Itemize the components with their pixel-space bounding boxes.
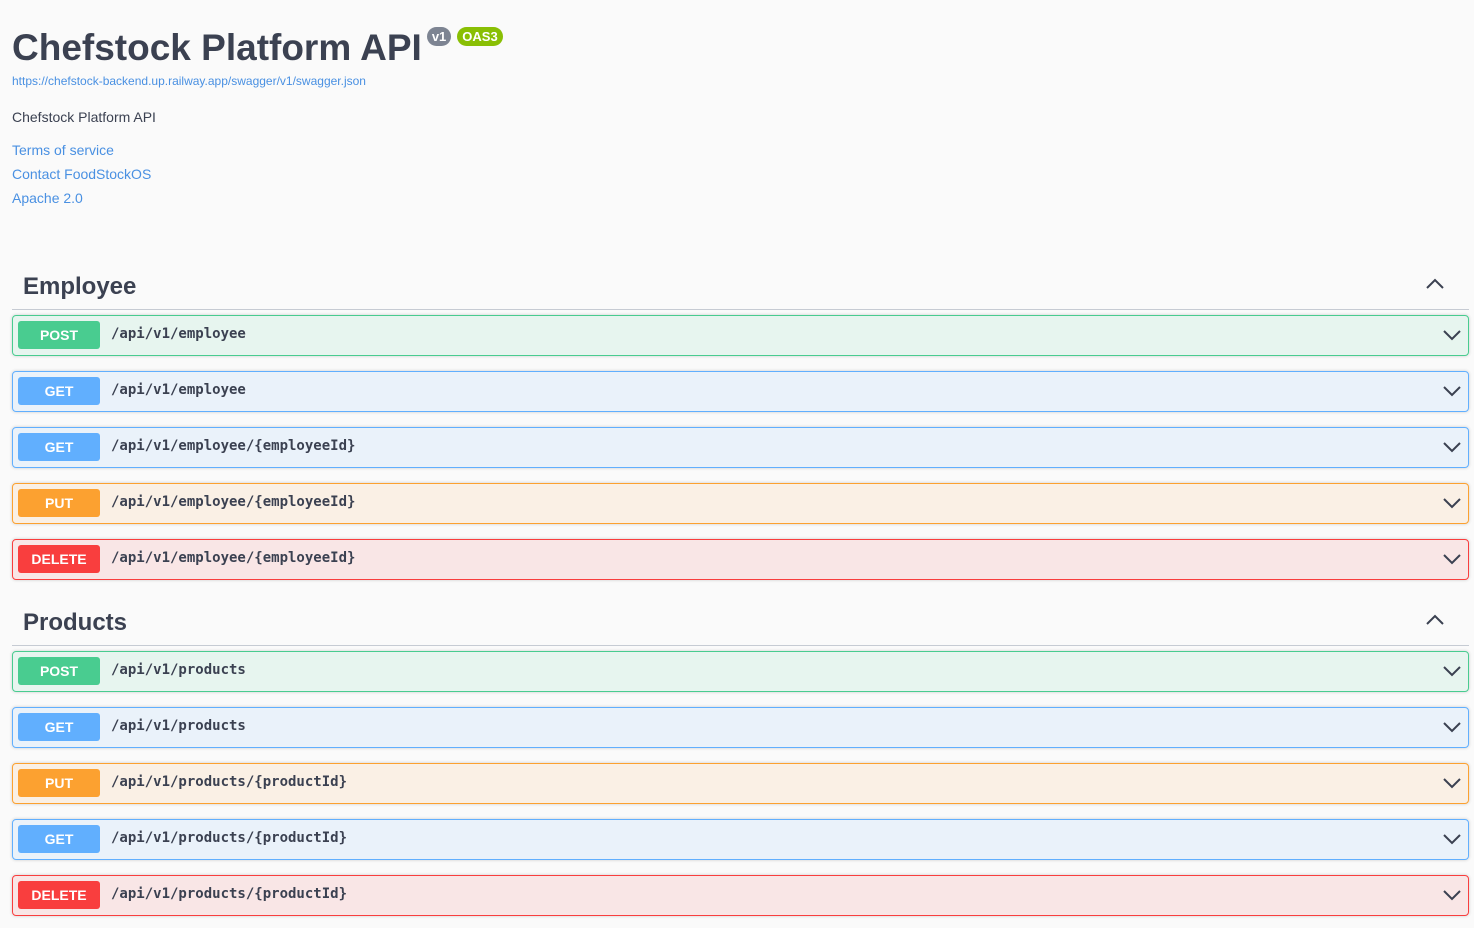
title-row: Chefstock Platform API v1 OAS3 [12, 26, 503, 70]
chevron-down-icon[interactable] [1442, 552, 1462, 566]
operation-path: /api/v1/products/{productId} [111, 886, 348, 902]
chevron-up-icon[interactable] [1425, 277, 1445, 291]
operation-get-product-by-id[interactable]: GET /api/v1/products/{productId} [12, 819, 1469, 860]
method-badge: GET [18, 713, 100, 741]
tag-header-employee[interactable]: Employee [12, 261, 1469, 310]
terms-of-service-link[interactable]: Terms of service [12, 142, 114, 158]
chevron-down-icon[interactable] [1442, 496, 1462, 510]
chevron-down-icon[interactable] [1442, 720, 1462, 734]
operation-path: /api/v1/employee [111, 382, 246, 398]
operation-post-employee[interactable]: POST /api/v1/employee [12, 315, 1469, 356]
operation-put-product[interactable]: PUT /api/v1/products/{productId} [12, 763, 1469, 804]
tag-title: Products [23, 609, 128, 636]
chevron-down-icon[interactable] [1442, 888, 1462, 902]
license-link[interactable]: Apache 2.0 [12, 190, 83, 206]
method-badge: DELETE [18, 545, 100, 573]
operation-delete-employee[interactable]: DELETE /api/v1/employee/{employeeId} [12, 539, 1469, 580]
operation-delete-product[interactable]: DELETE /api/v1/products/{productId} [12, 875, 1469, 916]
operation-get-employee[interactable]: GET /api/v1/employee [12, 371, 1469, 412]
method-badge: PUT [18, 489, 100, 517]
operation-path: /api/v1/employee [111, 326, 246, 342]
method-badge: GET [18, 377, 100, 405]
method-badge: POST [18, 657, 100, 685]
operation-get-products[interactable]: GET /api/v1/products [12, 707, 1469, 748]
chevron-down-icon[interactable] [1442, 776, 1462, 790]
operation-path: /api/v1/products [111, 662, 246, 678]
chevron-down-icon[interactable] [1442, 328, 1462, 342]
tag-title: Employee [23, 273, 137, 300]
operation-path: /api/v1/products/{productId} [111, 774, 348, 790]
tag-header-products[interactable]: Products [12, 597, 1469, 646]
api-title: Chefstock Platform API [12, 27, 422, 68]
contact-link[interactable]: Contact FoodStockOS [12, 166, 151, 182]
api-description: Chefstock Platform API [12, 109, 156, 125]
method-badge: DELETE [18, 881, 100, 909]
operation-path: /api/v1/employee/{employeeId} [111, 438, 356, 454]
operation-put-employee[interactable]: PUT /api/v1/employee/{employeeId} [12, 483, 1469, 524]
tag-section-products: Products POST /api/v1/products GET /api/… [12, 597, 1469, 916]
operation-get-employee-by-id[interactable]: GET /api/v1/employee/{employeeId} [12, 427, 1469, 468]
oas-badge: OAS3 [457, 27, 503, 46]
spec-url-link[interactable]: https://chefstock-backend.up.railway.app… [12, 74, 366, 88]
method-badge: GET [18, 825, 100, 853]
method-badge: GET [18, 433, 100, 461]
chevron-down-icon[interactable] [1442, 440, 1462, 454]
chevron-down-icon[interactable] [1442, 384, 1462, 398]
method-badge: PUT [18, 769, 100, 797]
method-badge: POST [18, 321, 100, 349]
operation-path: /api/v1/employee/{employeeId} [111, 550, 356, 566]
chevron-down-icon[interactable] [1442, 832, 1462, 846]
chevron-up-icon[interactable] [1425, 613, 1445, 627]
operation-post-products[interactable]: POST /api/v1/products [12, 651, 1469, 692]
tag-section-employee: Employee POST /api/v1/employee GET /api/… [12, 261, 1469, 580]
version-badge: v1 [426, 27, 452, 46]
operation-path: /api/v1/products/{productId} [111, 830, 348, 846]
operation-path: /api/v1/employee/{employeeId} [111, 494, 356, 510]
operation-path: /api/v1/products [111, 718, 246, 734]
chevron-down-icon[interactable] [1442, 664, 1462, 678]
